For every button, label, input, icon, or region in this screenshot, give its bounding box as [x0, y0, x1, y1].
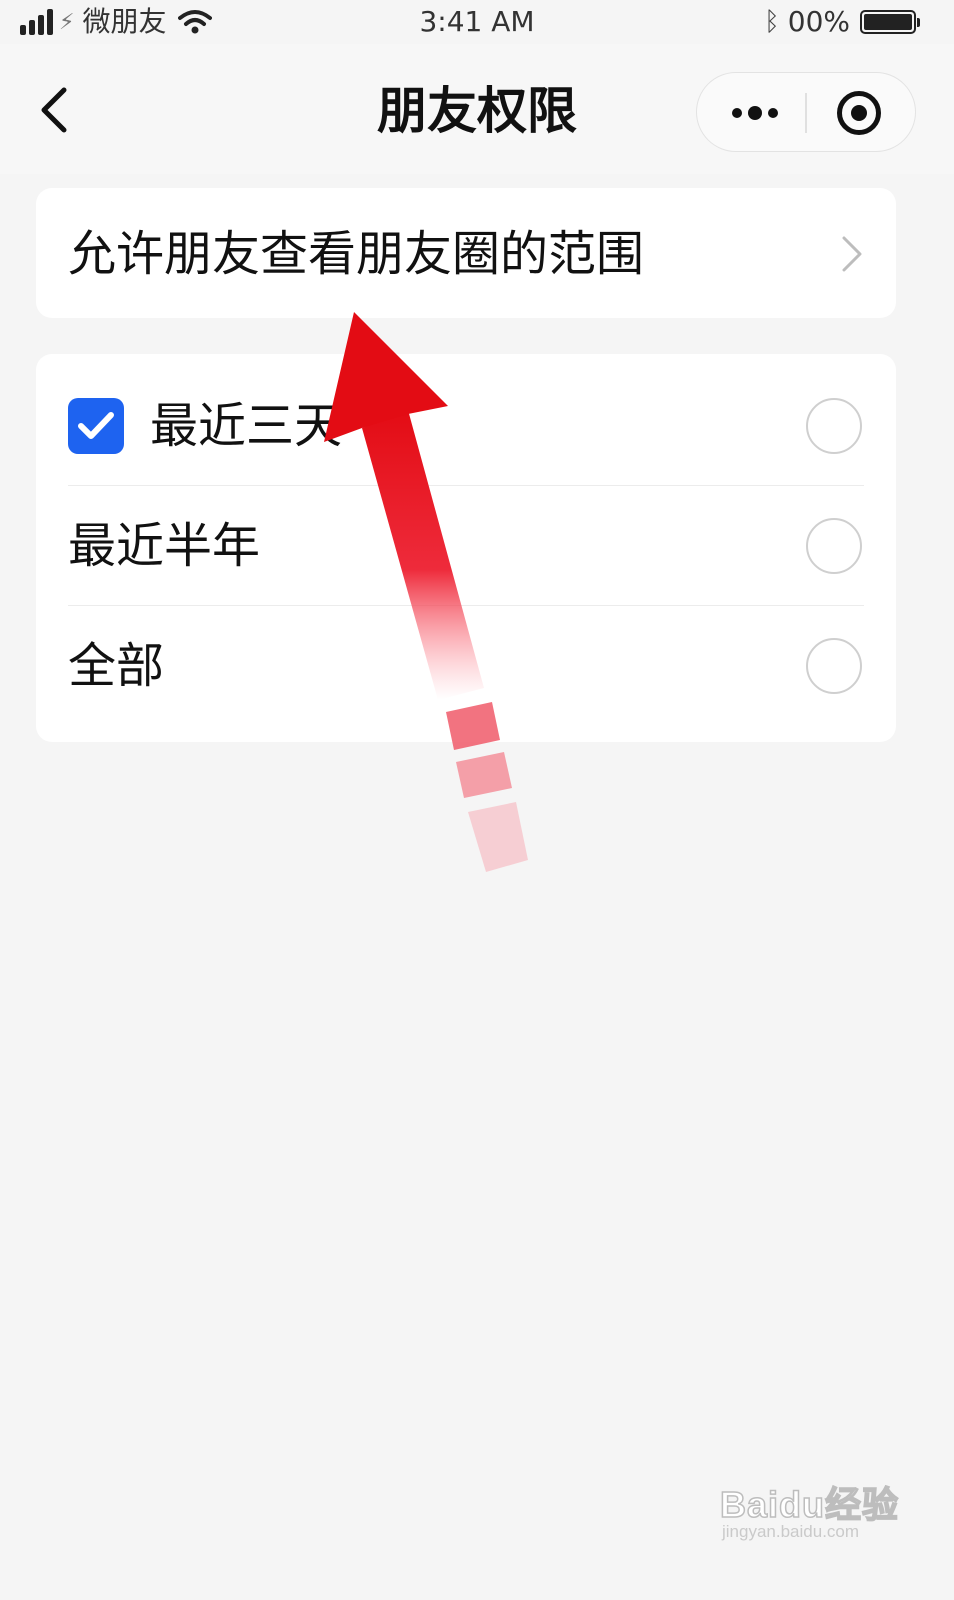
moments-scope-label: 允许朋友查看朋友圈的范围: [68, 226, 645, 282]
navigation-bar: 朋友权限: [0, 44, 954, 174]
radio-icon[interactable]: [806, 398, 862, 454]
moments-scope-row[interactable]: 允许朋友查看朋友圈的范围: [36, 188, 896, 318]
status-bar: ⚡ 微朋友 3:41 AM ᛒ 00%: [0, 0, 954, 44]
option-label: 最近半年: [68, 518, 261, 574]
watermark-url: jingyan.baidu.com: [722, 1522, 860, 1541]
battery-percentage: 00%: [787, 5, 850, 38]
option-recent-half-year[interactable]: 最近半年: [36, 486, 896, 606]
baidu-jingyan-watermark: Baidu经验 jingyan.baidu.com: [716, 1468, 916, 1558]
radio-icon[interactable]: [806, 518, 862, 574]
checkbox-checked-icon[interactable]: [68, 398, 124, 454]
chevron-right-icon: [842, 236, 862, 272]
watermark-brand: Baidu经验: [719, 1483, 900, 1526]
status-right: ᛒ 00%: [764, 4, 920, 40]
more-icon[interactable]: [725, 73, 785, 153]
option-label: 全部: [68, 638, 165, 694]
bluetooth-icon: ᛒ: [764, 7, 780, 37]
close-miniprogram-icon[interactable]: [837, 91, 881, 135]
option-all[interactable]: 全部: [36, 606, 896, 726]
option-label: 最近三天: [150, 398, 343, 454]
radio-icon[interactable]: [806, 638, 862, 694]
option-recent-three-days[interactable]: 最近三天: [36, 366, 896, 486]
scope-options-list: 最近三天 最近半年 全部: [36, 354, 896, 742]
miniprogram-capsule: [696, 72, 916, 152]
battery-icon: [860, 10, 920, 34]
capsule-divider: [805, 93, 807, 133]
